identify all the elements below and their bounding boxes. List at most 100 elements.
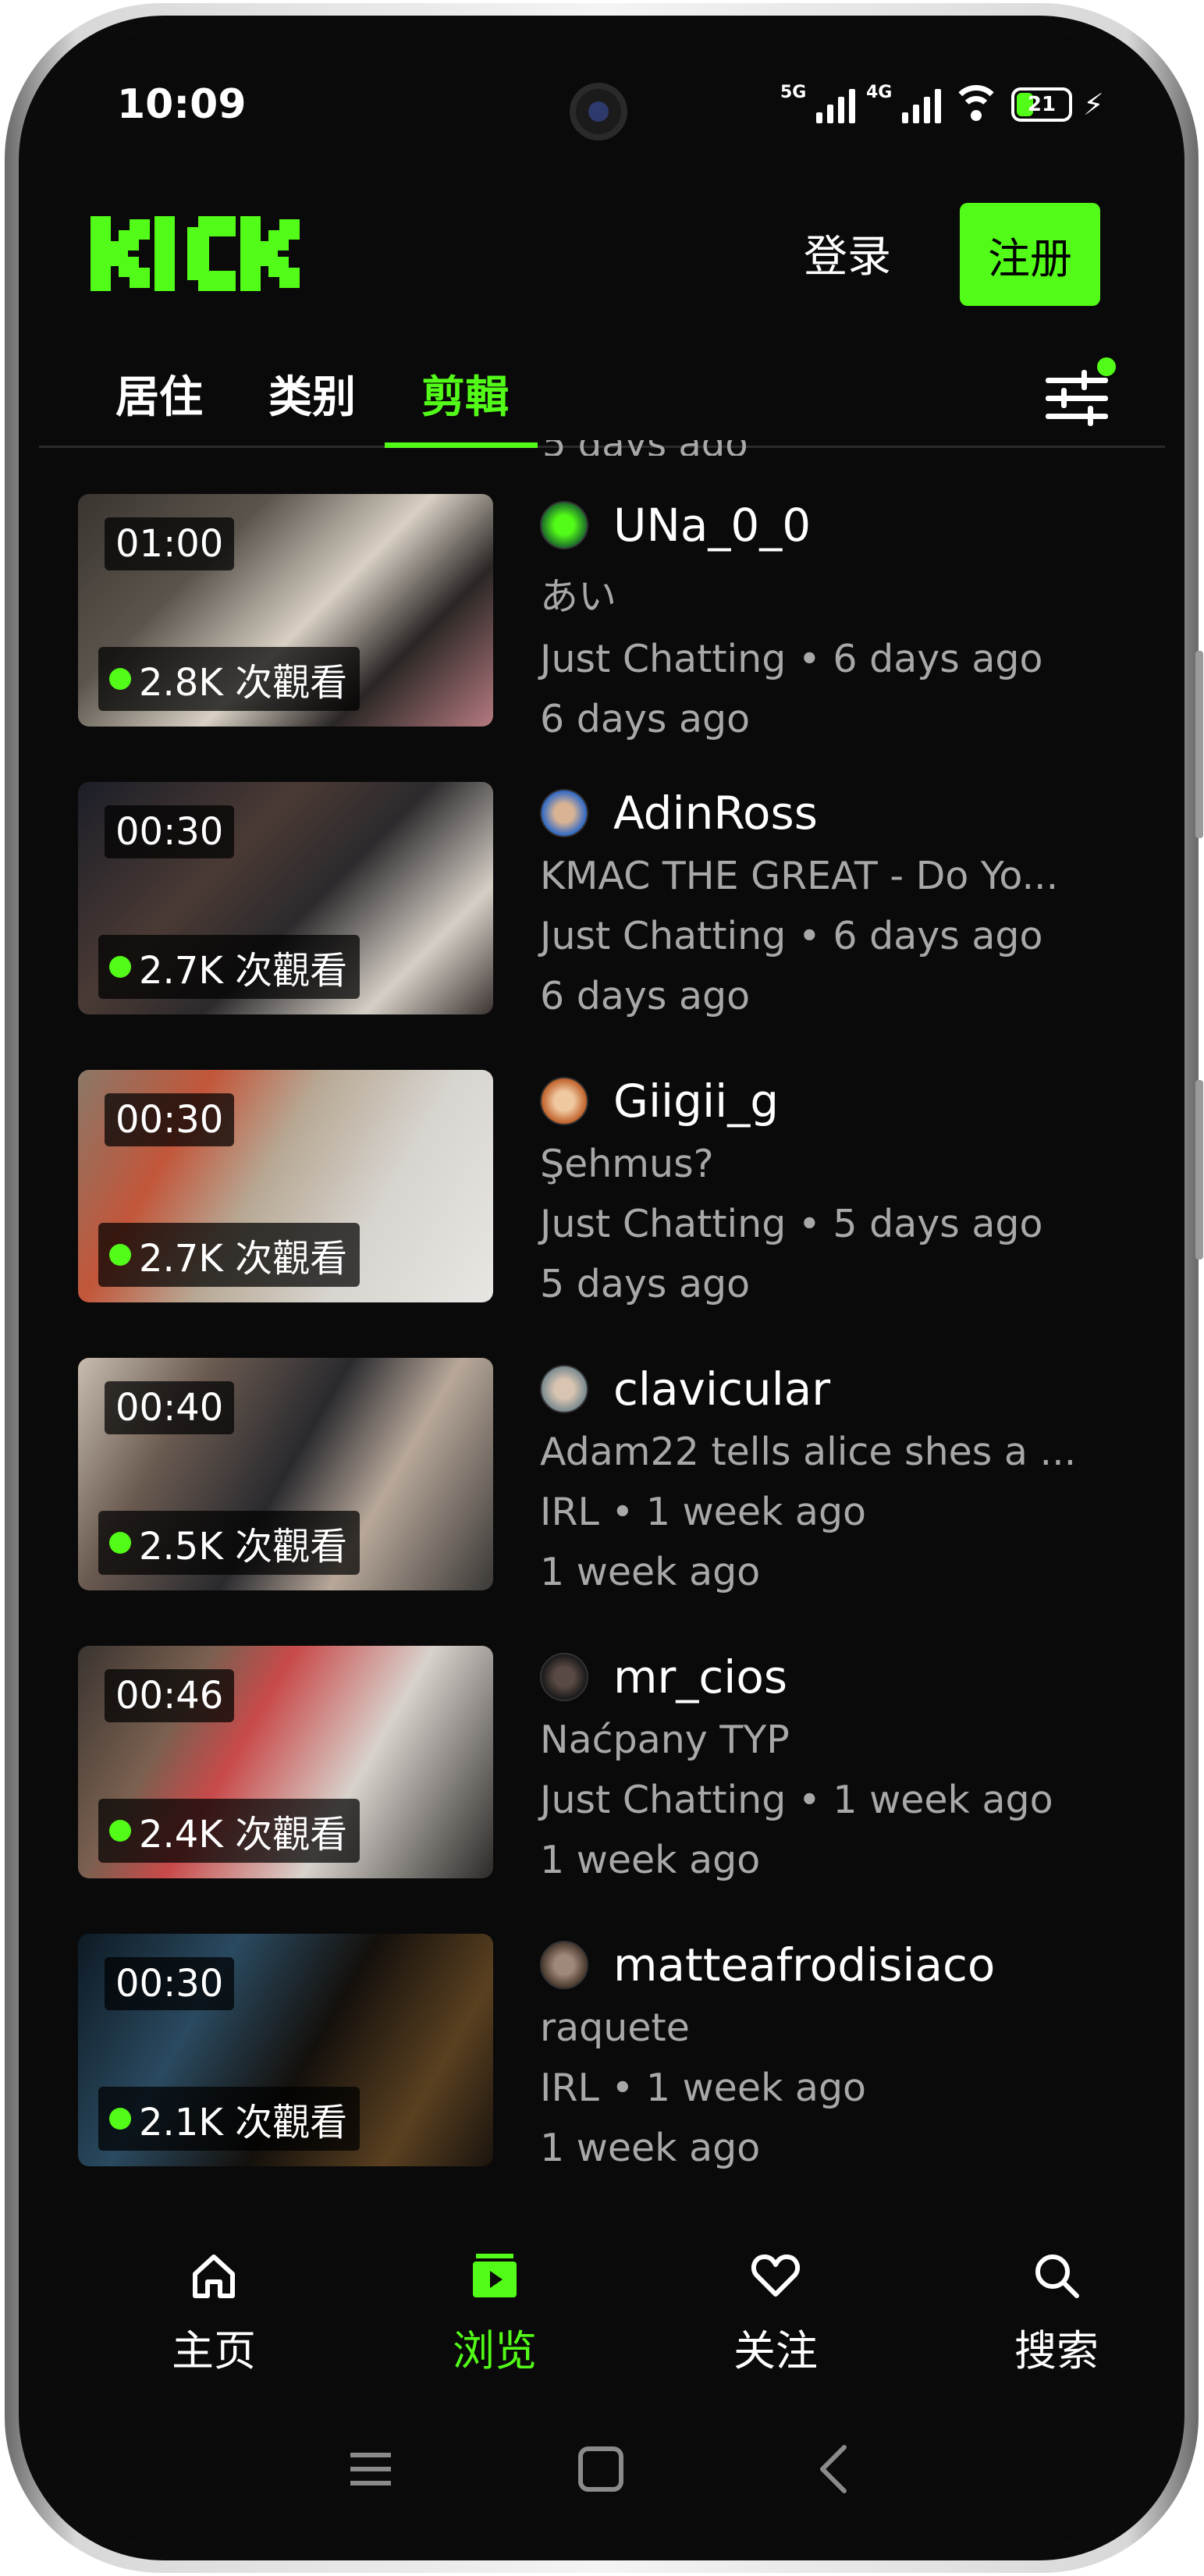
avatar[interactable] [540,1941,588,1989]
filter-button[interactable] [1046,357,1116,429]
dot-icon [109,2108,131,2130]
kick-logo[interactable] [91,216,301,294]
clip-thumbnail[interactable]: 00:30 2.1K 次觀看 [78,1934,493,2166]
nav-search[interactable]: 搜索 [978,2251,1135,2378]
browse-icon [473,2254,517,2297]
clip-info: matteafrodisiaco raquete IRL • 1 week ag… [540,1934,1117,2170]
tab-clips[interactable]: 剪輯 [421,362,509,425]
clip-item[interactable]: 00:30 2.7K 次觀看 AdinRoss KMAC THE GREAT -… [78,782,1155,1039]
nav-home[interactable]: 主页 [136,2251,292,2378]
clip-age: 1 week ago [540,1550,761,1594]
clip-title[interactable]: あい [540,566,1110,621]
clip-thumbnail[interactable]: 00:30 2.7K 次觀看 [78,1070,493,1302]
clip-category[interactable]: Just Chatting [540,637,786,681]
status-icons: 5G 4G 21 ⚡ [780,81,1104,128]
volume-button [1195,651,1203,838]
dot-icon [109,1820,131,1842]
clip-meta: Just Chatting • 1 week ago [540,1778,1053,1822]
signal-4g-icon: 4G [866,83,941,123]
bottom-navigation: 主页 浏览 关注 搜索 [39,2227,1165,2422]
content-tabs: 居住 类别 剪輯 [39,339,1165,448]
signup-button[interactable]: 注册 [960,203,1100,306]
clip-age: 6 days ago [540,974,751,1018]
clip-posted: 6 days ago [833,914,1043,958]
clip-item[interactable]: 01:00 2.8K 次觀看 UNa_0_0 あい Just Chatting … [78,494,1155,751]
clip-views: 2.7K 次觀看 [98,1223,360,1287]
clip-age: 1 week ago [540,2126,761,2170]
clip-item[interactable]: 00:30 2.7K 次觀看 Giigii_g Şehmus? Just Cha… [78,1070,1155,1327]
nav-label: 浏览 [453,2326,537,2375]
avatar[interactable] [540,1653,588,1701]
clip-posted: 1 week ago [645,2066,867,2110]
clip-item[interactable]: 00:46 2.4K 次觀看 mr_cios Naćpany TYP Just … [78,1646,1155,1903]
clip-category[interactable]: IRL [540,1490,599,1534]
clip-title[interactable]: Adam22 tells alice shes a ... [540,1430,1110,1474]
clip-title[interactable]: KMAC THE GREAT - Do Yo... [540,854,1110,898]
clip-views: 2.1K 次觀看 [98,2087,360,2151]
avatar[interactable] [540,501,588,549]
partial-list-item-text: 5 days ago [542,440,748,456]
clip-info: clavicular Adam22 tells alice shes a ...… [540,1358,1117,1594]
home-square-icon[interactable] [570,2438,632,2500]
clip-info: mr_cios Naćpany TYP Just Chatting • 1 we… [540,1646,1117,1882]
streamer-name[interactable]: matteafrodisiaco [613,1938,995,1992]
status-time: 10:09 [117,81,247,128]
nav-browse[interactable]: 浏览 [417,2251,573,2378]
avatar[interactable] [540,789,588,837]
clip-item[interactable]: 00:40 2.5K 次觀看 clavicular Adam22 tells a… [78,1358,1155,1615]
app-screen: 10:09 5G 4G 21 ⚡ 登录 注册 居住 类别 剪輯 01:00 2.… [39,34,1165,2542]
clip-thumbnail[interactable]: 00:30 2.7K 次觀看 [78,782,493,1014]
clip-views: 2.7K 次觀看 [98,935,360,999]
tab-live[interactable]: 居住 [115,362,203,425]
streamer-name[interactable]: AdinRoss [613,787,818,840]
clip-category[interactable]: Just Chatting [540,914,786,958]
nav-label: 关注 [733,2326,818,2375]
clip-posted: 6 days ago [833,637,1043,681]
clip-title[interactable]: raquete [540,2006,1110,2050]
dot-icon [109,668,131,690]
streamer-name[interactable]: clavicular [613,1363,830,1416]
active-tab-indicator [385,442,538,448]
clip-thumbnail[interactable]: 01:00 2.8K 次觀看 [78,494,493,727]
charging-icon: ⚡ [1083,87,1104,122]
clip-meta: Just Chatting • 5 days ago [540,1202,1043,1246]
clip-duration: 00:30 [105,805,235,858]
streamer-name[interactable]: Giigii_g [613,1075,779,1128]
dot-icon [109,1244,131,1266]
nav-label: 搜索 [1014,2326,1099,2375]
home-icon [193,2254,235,2298]
clip-item[interactable]: 00:30 2.1K 次觀看 matteafrodisiaco raquete … [78,1934,1155,2191]
login-button[interactable]: 登录 [804,222,891,285]
streamer-name[interactable]: UNa_0_0 [613,499,811,552]
battery-icon: 21 [1011,87,1072,122]
wifi-icon [951,85,1001,124]
recent-apps-icon[interactable] [339,2438,402,2500]
clip-title[interactable]: Şehmus? [540,1142,1110,1186]
streamer-name[interactable]: mr_cios [613,1650,787,1704]
search-icon [1035,2254,1079,2298]
clip-thumbnail[interactable]: 00:46 2.4K 次觀看 [78,1646,493,1878]
clip-age: 5 days ago [540,1262,751,1306]
avatar[interactable] [540,1077,588,1125]
clip-title[interactable]: Naćpany TYP [540,1718,1110,1762]
signal-5g-icon: 5G [780,83,855,123]
clip-category[interactable]: Just Chatting [540,1778,786,1822]
kick-logo-icon [91,216,300,291]
clip-thumbnail[interactable]: 00:40 2.5K 次觀看 [78,1358,493,1590]
clip-duration: 00:30 [105,1957,235,2010]
back-icon[interactable] [804,2438,866,2500]
heart-icon [751,2254,801,2297]
clip-info: Giigii_g Şehmus? Just Chatting • 5 days … [540,1070,1117,1306]
clip-views: 2.8K 次觀看 [98,647,360,711]
avatar[interactable] [540,1365,588,1413]
app-header: 登录 注册 [39,175,1165,331]
clip-category[interactable]: IRL [540,2066,599,2110]
clip-info: AdinRoss KMAC THE GREAT - Do Yo... Just … [540,782,1117,1018]
clip-meta: IRL • 1 week ago [540,1490,867,1534]
status-bar: 10:09 5G 4G 21 ⚡ [39,34,1165,183]
clip-category[interactable]: Just Chatting [540,1202,786,1246]
clip-duration: 00:30 [105,1093,235,1146]
tab-categories[interactable]: 类别 [268,362,356,425]
nav-following[interactable]: 关注 [698,2251,854,2378]
clip-posted: 5 days ago [833,1202,1043,1246]
